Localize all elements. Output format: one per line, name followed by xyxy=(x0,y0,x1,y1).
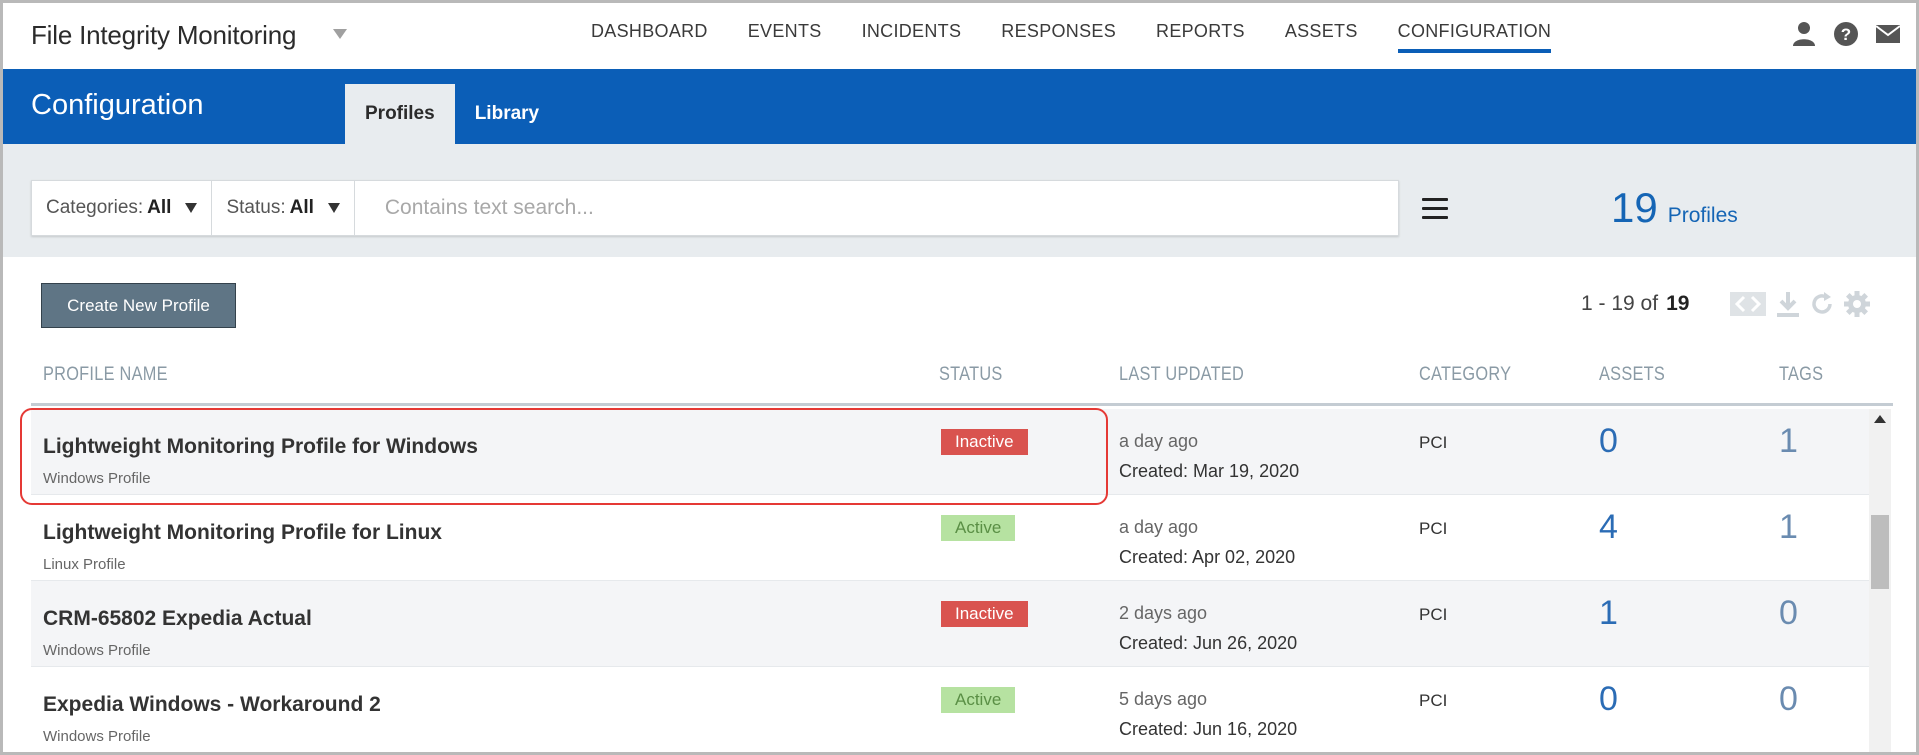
app-switcher-caret-icon[interactable] xyxy=(333,29,347,39)
tab-profiles[interactable]: Profiles xyxy=(345,84,455,144)
nav-events[interactable]: EVENTS xyxy=(748,3,822,69)
table-row[interactable]: CRM-65802 Expedia Actual Windows Profile… xyxy=(31,581,1869,667)
profile-name[interactable]: Expedia Windows - Workaround 2 xyxy=(43,693,381,717)
pager-total: 19 xyxy=(1666,292,1690,315)
nav-assets[interactable]: ASSETS xyxy=(1285,3,1358,69)
main-nav: DASHBOARD EVENTS INCIDENTS RESPONSES REP… xyxy=(591,3,1591,69)
table-header: PROFILE NAME STATUS LAST UPDATED CATEGOR… xyxy=(31,358,1893,406)
status-badge: Active xyxy=(941,687,1016,713)
svg-text:?: ? xyxy=(1841,25,1851,44)
table-row[interactable]: Expedia Windows - Workaround 2 Windows P… xyxy=(31,667,1869,752)
assets-count[interactable]: 0 xyxy=(1599,680,1618,719)
status-badge: Inactive xyxy=(941,601,1028,627)
download-icon[interactable] xyxy=(1775,290,1801,323)
tags-count[interactable]: 1 xyxy=(1779,508,1798,547)
assets-count[interactable]: 0 xyxy=(1599,422,1618,461)
top-bar: File Integrity Monitoring DASHBOARD EVEN… xyxy=(3,3,1916,69)
category: PCI xyxy=(1419,519,1448,538)
tags-count[interactable]: 0 xyxy=(1779,594,1798,633)
column-header-profile-name[interactable]: PROFILE NAME xyxy=(43,364,168,386)
table-row[interactable]: Lightweight Monitoring Profile for Windo… xyxy=(31,409,1869,495)
column-header-last-updated[interactable]: LAST UPDATED xyxy=(1119,364,1244,386)
nav-incidents[interactable]: INCIDENTS xyxy=(862,3,962,69)
nav-reports[interactable]: REPORTS xyxy=(1156,3,1245,69)
category: PCI xyxy=(1419,433,1448,452)
caret-down-icon xyxy=(185,203,198,213)
tab-library[interactable]: Library xyxy=(455,84,559,144)
created-date: Created: Mar 19, 2020 xyxy=(1119,461,1300,481)
table-tools xyxy=(1729,290,1871,323)
profile-name[interactable]: Lightweight Monitoring Profile for Linux xyxy=(43,521,442,545)
app-title: File Integrity Monitoring xyxy=(31,20,297,50)
status-badge: Active xyxy=(941,515,1016,541)
status-badge: Inactive xyxy=(941,429,1028,455)
pager: 1 - 19 of 19 xyxy=(1581,292,1689,316)
column-header-category[interactable]: CATEGORY xyxy=(1419,364,1511,386)
section-header: Configuration Profiles Library xyxy=(3,69,1916,144)
categories-label: Categories: xyxy=(46,197,144,218)
last-updated: a day ago xyxy=(1119,431,1199,451)
nav-configuration[interactable]: CONFIGURATION xyxy=(1397,3,1552,69)
create-new-profile-button[interactable]: Create New Profile xyxy=(41,283,236,328)
refresh-icon[interactable] xyxy=(1809,290,1835,323)
tags-count[interactable]: 0 xyxy=(1779,680,1798,719)
table-scrollbar[interactable] xyxy=(1869,409,1891,752)
created-date: Created: Jun 26, 2020 xyxy=(1119,633,1298,653)
search-input[interactable]: Contains text search... xyxy=(355,181,1398,235)
profile-type: Windows Profile xyxy=(43,470,151,487)
table-body: Lightweight Monitoring Profile for Windo… xyxy=(31,409,1869,752)
category: PCI xyxy=(1419,691,1448,710)
nav-dashboard[interactable]: DASHBOARD xyxy=(591,3,708,69)
tab-bar: Profiles Library xyxy=(345,84,559,144)
top-icons: ? xyxy=(1790,20,1902,48)
mail-icon[interactable] xyxy=(1874,20,1902,48)
status-dropdown[interactable]: Status: All xyxy=(212,181,355,235)
pager-range: 1 - 19 of xyxy=(1581,292,1659,315)
assets-count[interactable]: 1 xyxy=(1599,594,1618,633)
app-window: File Integrity Monitoring DASHBOARD EVEN… xyxy=(0,0,1919,755)
help-icon[interactable]: ? xyxy=(1832,20,1860,48)
expand-columns-icon[interactable] xyxy=(1729,291,1767,322)
profile-type: Windows Profile xyxy=(43,642,151,659)
nav-responses[interactable]: RESPONSES xyxy=(1001,3,1116,69)
profile-count-label: Profiles xyxy=(1667,204,1738,227)
last-updated: 5 days ago xyxy=(1119,689,1208,709)
category: PCI xyxy=(1419,605,1448,624)
profile-name[interactable]: Lightweight Monitoring Profile for Windo… xyxy=(43,435,478,459)
caret-down-icon xyxy=(327,203,340,213)
table-row[interactable]: Lightweight Monitoring Profile for Linux… xyxy=(31,495,1869,581)
created-date: Created: Jun 16, 2020 xyxy=(1119,719,1298,739)
last-updated: a day ago xyxy=(1119,517,1199,537)
profile-count: 19 Profiles xyxy=(1611,184,1738,232)
status-label: Status: xyxy=(226,197,286,218)
last-updated: 2 days ago xyxy=(1119,603,1208,623)
status-value: All xyxy=(289,197,314,218)
profile-type: Windows Profile xyxy=(43,728,151,745)
profile-type: Linux Profile xyxy=(43,556,126,573)
column-header-assets[interactable]: ASSETS xyxy=(1599,364,1665,386)
page-title: Configuration xyxy=(31,89,204,121)
categories-dropdown[interactable]: Categories: All xyxy=(32,181,213,235)
created-date: Created: Apr 02, 2020 xyxy=(1119,547,1296,567)
categories-value: All xyxy=(147,197,172,218)
profile-name[interactable]: CRM-65802 Expedia Actual xyxy=(43,607,312,631)
scroll-up-icon[interactable] xyxy=(1874,415,1886,423)
filter-group: Categories: All Status: All Contains tex… xyxy=(31,180,1399,236)
filter-bar: Categories: All Status: All Contains tex… xyxy=(3,144,1916,257)
assets-count[interactable]: 4 xyxy=(1599,508,1618,547)
column-header-tags[interactable]: TAGS xyxy=(1779,364,1823,386)
scrollbar-thumb[interactable] xyxy=(1871,515,1889,589)
user-icon[interactable] xyxy=(1790,20,1818,48)
profile-count-number: 19 xyxy=(1611,184,1658,231)
tags-count[interactable]: 1 xyxy=(1779,422,1798,461)
column-header-status[interactable]: STATUS xyxy=(939,364,1003,386)
hamburger-menu-icon[interactable] xyxy=(1422,198,1448,225)
settings-gear-icon[interactable] xyxy=(1843,290,1871,323)
